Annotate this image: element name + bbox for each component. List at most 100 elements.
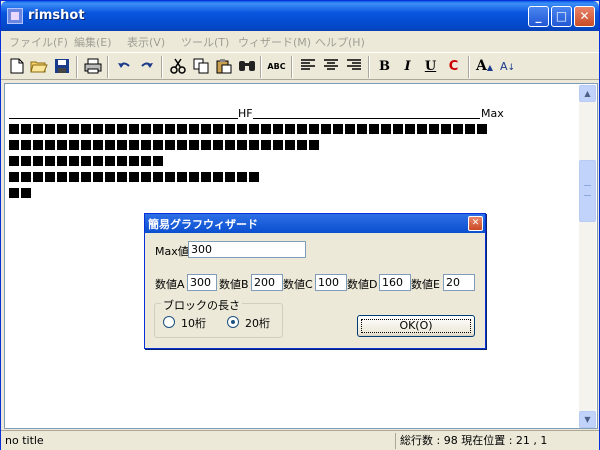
vertical-scrollbar[interactable]: ▲ ▼ bbox=[579, 85, 596, 428]
find-icon[interactable] bbox=[236, 56, 257, 77]
menu-wizard[interactable]: ウィザード(M) bbox=[238, 34, 311, 50]
menu-tools[interactable]: ツール(T) bbox=[181, 34, 229, 50]
bar-block bbox=[141, 124, 151, 134]
bar-block bbox=[141, 172, 151, 182]
field-e-input[interactable] bbox=[443, 274, 475, 291]
bar-block bbox=[465, 124, 475, 134]
spellcheck-icon[interactable]: ABC bbox=[266, 56, 287, 77]
bar-block bbox=[69, 156, 79, 166]
bar-block bbox=[429, 124, 439, 134]
font-size-up-icon[interactable]: A▲ bbox=[474, 56, 495, 77]
bar-block bbox=[405, 124, 415, 134]
scroll-thumb[interactable] bbox=[579, 160, 596, 222]
bar-block bbox=[393, 124, 403, 134]
app-icon bbox=[7, 8, 23, 24]
bar-block bbox=[213, 140, 223, 150]
field-a-input[interactable] bbox=[187, 274, 217, 291]
bar-block bbox=[129, 172, 139, 182]
menu-view[interactable]: 表示(V) bbox=[127, 34, 165, 50]
align-left-icon[interactable] bbox=[297, 56, 318, 77]
redo-icon[interactable] bbox=[136, 56, 157, 77]
scroll-up-icon[interactable]: ▲ bbox=[579, 85, 596, 102]
bar-block bbox=[213, 124, 223, 134]
bar-block bbox=[213, 172, 223, 182]
bar-block bbox=[177, 172, 187, 182]
bar-block bbox=[177, 124, 187, 134]
dialog-close-button[interactable]: ✕ bbox=[468, 216, 483, 231]
bar-block bbox=[9, 124, 19, 134]
toolbar-separator bbox=[107, 56, 109, 78]
bar-block bbox=[69, 124, 79, 134]
max-label: Max bbox=[481, 107, 504, 120]
radio-10-digits[interactable] bbox=[163, 316, 175, 328]
bar-block bbox=[81, 124, 91, 134]
bold-button[interactable]: B bbox=[374, 56, 395, 77]
save-icon[interactable] bbox=[51, 56, 72, 77]
menu-help[interactable]: ヘルプ(H) bbox=[315, 34, 365, 50]
field-d-input[interactable] bbox=[379, 274, 411, 291]
paste-icon[interactable] bbox=[213, 56, 234, 77]
bar-block bbox=[93, 140, 103, 150]
bar-block bbox=[33, 124, 43, 134]
bar-block bbox=[249, 172, 259, 182]
title-bar[interactable]: rimshot _ □ ✕ bbox=[1, 1, 599, 31]
text-color-button[interactable]: C bbox=[443, 56, 464, 77]
cut-icon[interactable] bbox=[167, 56, 188, 77]
maximize-button[interactable]: □ bbox=[551, 6, 572, 27]
open-folder-icon[interactable] bbox=[28, 56, 49, 77]
toolbar-separator bbox=[161, 56, 163, 78]
bar-block bbox=[237, 124, 247, 134]
ok-button[interactable]: OK(O) bbox=[357, 315, 475, 337]
menu-edit[interactable]: 編集(E) bbox=[74, 34, 112, 50]
radio-20-digits[interactable] bbox=[227, 316, 239, 328]
bar-block bbox=[105, 140, 115, 150]
bar-row bbox=[9, 124, 489, 135]
toolbar-separator bbox=[76, 56, 78, 78]
bar-block bbox=[105, 156, 115, 166]
bar-block bbox=[141, 140, 151, 150]
font-size-up-label: A bbox=[475, 58, 487, 74]
bar-block bbox=[321, 124, 331, 134]
close-button[interactable]: ✕ bbox=[574, 6, 595, 27]
bar-block bbox=[21, 188, 31, 198]
window-title: rimshot bbox=[28, 8, 85, 23]
bar-block bbox=[237, 140, 247, 150]
bar-block bbox=[225, 140, 235, 150]
bar-block bbox=[81, 172, 91, 182]
field-b-input[interactable] bbox=[251, 274, 283, 291]
bar-block bbox=[189, 172, 199, 182]
max-value-input[interactable] bbox=[188, 241, 306, 258]
sort-icon[interactable]: A↓ bbox=[497, 56, 518, 77]
bar-block bbox=[189, 124, 199, 134]
toolbar-separator bbox=[468, 56, 470, 78]
minimize-button[interactable]: _ bbox=[528, 6, 549, 27]
bar-block bbox=[153, 156, 163, 166]
radio-10-label[interactable]: 10桁 bbox=[181, 315, 206, 331]
bar-block bbox=[105, 172, 115, 182]
underline-button[interactable]: U bbox=[420, 56, 441, 77]
toolbar: ABC B I U C A▲ A↓ bbox=[1, 52, 599, 80]
print-icon[interactable] bbox=[82, 56, 103, 77]
italic-button[interactable]: I bbox=[397, 56, 418, 77]
scroll-down-icon[interactable]: ▼ bbox=[579, 411, 596, 428]
bar-block bbox=[57, 156, 67, 166]
field-d-label: 数値D bbox=[347, 278, 378, 291]
undo-icon[interactable] bbox=[113, 56, 134, 77]
menu-file[interactable]: ファイル(F) bbox=[9, 34, 68, 50]
radio-20-label[interactable]: 20桁 bbox=[245, 315, 270, 331]
bar-block bbox=[129, 156, 139, 166]
copy-icon[interactable] bbox=[190, 56, 211, 77]
field-a-label: 数値A bbox=[155, 278, 185, 291]
bar-block bbox=[273, 124, 283, 134]
bar-block bbox=[21, 172, 31, 182]
bar-block bbox=[453, 124, 463, 134]
bar-block bbox=[9, 188, 19, 198]
new-file-icon[interactable] bbox=[6, 56, 27, 77]
field-c-input[interactable] bbox=[315, 274, 347, 291]
dialog-title-bar[interactable]: 簡易グラフウィザード ✕ bbox=[145, 214, 485, 233]
menu-bar: ファイル(F) 編集(E) 表示(V) ツール(T) ウィザード(M) ヘルプ(… bbox=[1, 31, 599, 51]
bar-block bbox=[249, 140, 259, 150]
bar-row bbox=[9, 188, 33, 199]
align-center-icon[interactable] bbox=[320, 56, 341, 77]
align-right-icon[interactable] bbox=[343, 56, 364, 77]
